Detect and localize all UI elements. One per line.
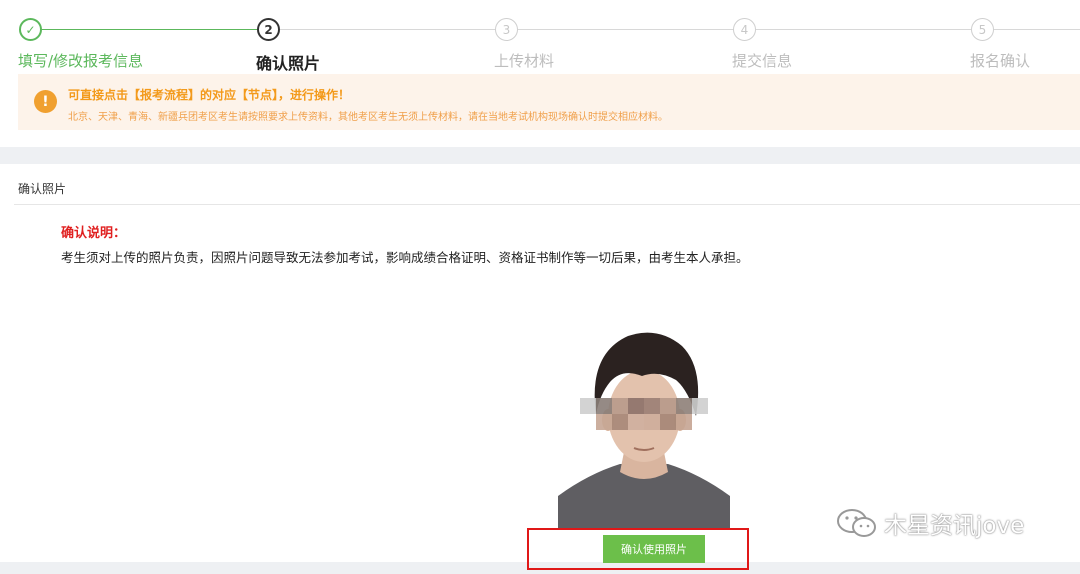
warning-icon: ! [34, 90, 57, 113]
progress-panel: ✓ 填写/修改报考信息 2 确认照片 3 上传材料 4 提交信息 5 报名确认 … [0, 0, 1080, 147]
step-connector [30, 29, 268, 30]
notice-title: 可直接点击【报考流程】的对应【节点】，进行操作！ [68, 88, 351, 102]
step-connector [506, 29, 744, 30]
check-icon[interactable]: ✓ [19, 18, 42, 41]
note-text: 考生须对上传的照片负责，因照片问题导致无法参加考试，影响成绩合格证明、资格证书制… [61, 250, 749, 265]
step-number-5[interactable]: 5 [971, 18, 994, 41]
step-number-3[interactable]: 3 [495, 18, 518, 41]
applicant-photo [558, 324, 730, 530]
divider [14, 204, 1080, 205]
step-connector [268, 29, 506, 30]
step-connector [744, 29, 982, 30]
step-connector [982, 29, 1080, 30]
step-registration-confirm[interactable]: 报名确认 [970, 50, 1030, 71]
step-fill-info[interactable]: 填写/修改报考信息 [18, 50, 143, 71]
notice-text: 北京、天津、青海、新疆兵团考区考生请按照要求上传资料，其他考区考生无须上传材料，… [68, 112, 668, 123]
confirm-use-photo-button[interactable]: 确认使用照片 [603, 535, 705, 563]
watermark-text: 木星资讯jove [884, 513, 1025, 539]
step-number-4[interactable]: 4 [733, 18, 756, 41]
notice-banner: ! 可直接点击【报考流程】的对应【节点】，进行操作！ 北京、天津、青海、新疆兵团… [18, 74, 1080, 130]
confirm-photo-panel: 确认照片 确认说明： 考生须对上传的照片负责，因照片问题导致无法参加考试，影响成… [0, 164, 1080, 570]
step-confirm-photo[interactable]: 确认照片 [256, 50, 320, 74]
step-upload-materials[interactable]: 上传材料 [494, 50, 554, 71]
step-submit-info[interactable]: 提交信息 [732, 50, 792, 71]
section-title: 确认照片 [18, 182, 67, 196]
note-title: 确认说明： [61, 226, 127, 241]
step-number-2[interactable]: 2 [257, 18, 280, 41]
wechat-icon [837, 509, 876, 537]
watermark: 木星资讯jove [836, 506, 1024, 540]
